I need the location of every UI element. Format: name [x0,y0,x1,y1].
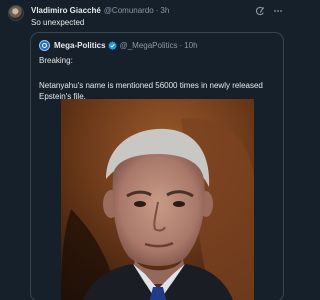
verified-badge-icon [107,40,117,50]
quoted-tweet-text-line: Netanyahu's name is mentioned 56000 time… [39,81,263,90]
separator-dot: · [179,40,183,50]
tweet-header: Vladimiro Giacché @Comunardo · 3h [31,5,283,17]
tweet-time[interactable]: 3h [160,5,169,17]
author-avatar[interactable] [8,5,24,21]
quoted-author-avatar[interactable] [39,39,50,51]
separator-dot: · [155,6,159,15]
tweet-text: So unexpected [31,18,85,27]
quoted-tweet-time[interactable]: 10h [184,41,197,50]
quoted-tweet-text-line: Breaking: [39,56,73,65]
quoted-tweet-header: Mega-Politics @_MegaPolitics · 10h [39,39,198,51]
quoted-author-handle[interactable]: @_MegaPolitics [120,41,178,50]
quoted-tweet-photo[interactable] [61,99,254,300]
grok-icon[interactable] [255,6,265,16]
author-name[interactable]: Vladimiro Giacché [31,5,101,17]
more-icon[interactable] [273,6,283,16]
tweet[interactable]: Vladimiro Giacché @Comunardo · 3h So une… [0,0,291,300]
author-handle[interactable]: @Comunardo [104,5,154,17]
quoted-author-name[interactable]: Mega-Politics [54,41,106,50]
quoted-tweet-card[interactable]: Mega-Politics @_MegaPolitics · 10h Break… [30,32,284,300]
